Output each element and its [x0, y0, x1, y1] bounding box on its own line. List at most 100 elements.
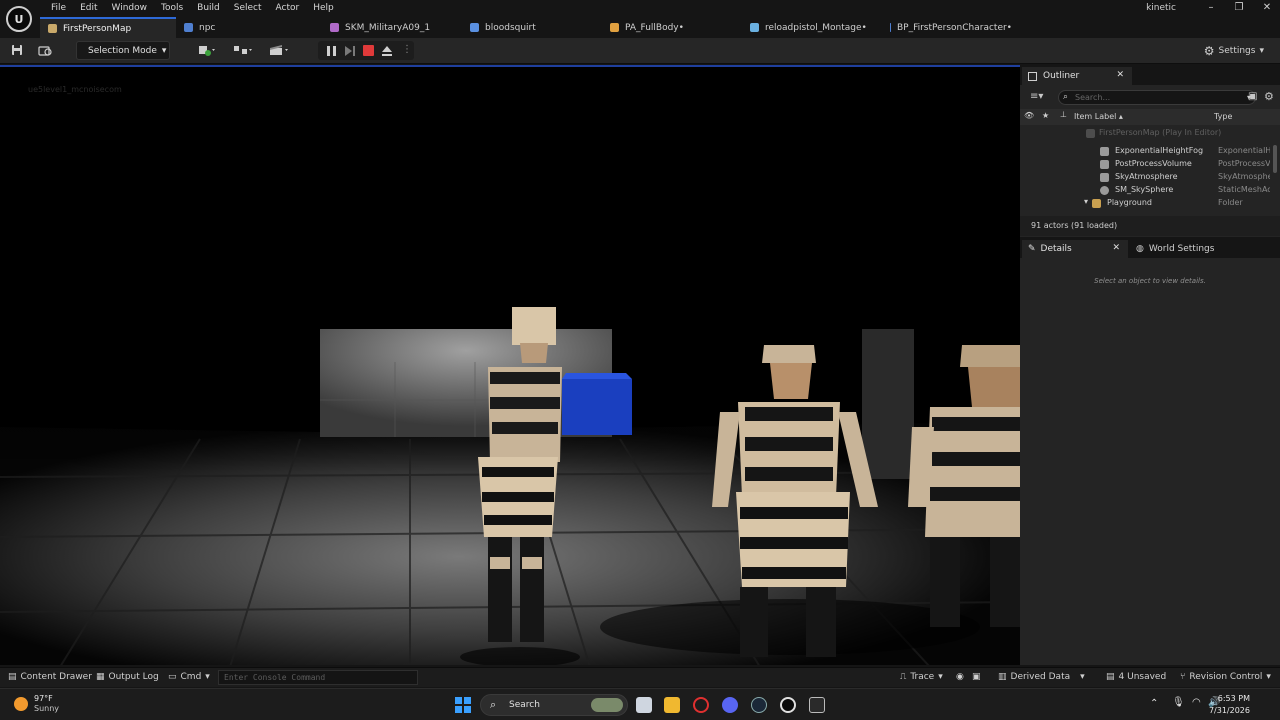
close-icon[interactable]: ✕	[1112, 243, 1120, 253]
pause-icon[interactable]	[326, 45, 338, 57]
cmd-dropdown[interactable]: ▭ Cmd ▾	[168, 672, 210, 682]
derived-data-dropdown[interactable]: ▥ Derived Data ▾	[998, 672, 1085, 682]
console-command-input[interactable]: Enter Console Command	[218, 670, 418, 685]
menu-window[interactable]: Window	[105, 2, 155, 16]
trace-label: Trace	[910, 672, 935, 682]
close-icon[interactable]: ✕	[1116, 70, 1124, 80]
opera-icon[interactable]	[693, 697, 709, 713]
trace-dropdown[interactable]: ⎍ Trace ▾	[900, 672, 943, 682]
row-type: StaticMeshAc	[1218, 185, 1270, 194]
content-browser-icon[interactable]	[38, 44, 52, 58]
unsaved-button[interactable]: ▤ 4 Unsaved	[1106, 672, 1166, 682]
eject-icon[interactable]	[381, 45, 393, 57]
outliner-row[interactable]: ExponentialHeightFog ExponentialHe	[1020, 145, 1272, 158]
selection-mode-dropdown[interactable]: Selection Mode ▾	[76, 41, 170, 60]
microphone-icon[interactable]: 🎙	[1172, 697, 1185, 708]
minimize-icon[interactable]: –	[1196, 0, 1226, 16]
chevron-down-icon: ▾	[161, 45, 167, 56]
outliner-search-input[interactable]: ⌕ Search... ▾	[1058, 90, 1256, 105]
unreal-engine-taskbar-icon[interactable]	[780, 697, 796, 713]
settings-button[interactable]: ⚙ Settings ▾	[1204, 44, 1264, 58]
menu-tools[interactable]: Tools	[154, 2, 190, 16]
cinematics-icon[interactable]	[268, 44, 292, 58]
unsaved-label: 4 Unsaved	[1118, 672, 1167, 682]
tab-reloadpistol-montage[interactable]: reloadpistol_Montage•	[742, 17, 882, 38]
output-log-button[interactable]: ▦ Output Log	[96, 672, 159, 682]
outliner-row[interactable]: ▾ Playground Folder	[1020, 197, 1272, 210]
tab-details[interactable]: ✎ Details ✕	[1022, 240, 1128, 258]
save-icon[interactable]	[10, 44, 24, 58]
weather-condition: Sunny	[34, 704, 60, 713]
more-options-icon[interactable]: ⋮	[402, 44, 412, 55]
menu-actor[interactable]: Actor	[269, 2, 307, 16]
content-drawer-button[interactable]: ▤ Content Drawer	[8, 672, 92, 682]
windows-start-icon[interactable]	[455, 697, 471, 713]
clock[interactable]: 6:53 PM 7/31/2026	[1209, 693, 1250, 717]
menu-edit[interactable]: Edit	[73, 2, 104, 16]
file-explorer-icon[interactable]	[664, 697, 680, 713]
chevron-down-icon[interactable]: ▾	[1084, 197, 1088, 206]
wifi-icon[interactable]: ◠	[1192, 697, 1201, 708]
tab-npc[interactable]: npc	[176, 17, 322, 38]
record-trace-icon[interactable]: ◉	[956, 672, 964, 682]
add-actor-icon[interactable]	[196, 44, 220, 58]
screenshot-icon[interactable]: ▣	[972, 672, 981, 682]
skeletal-mesh-icon	[330, 23, 339, 32]
outliner-row[interactable]: SM_SkySphere StaticMeshAc	[1020, 184, 1272, 197]
globe-icon: ◍	[1136, 244, 1144, 254]
tab-bloodsquirt[interactable]: bloodsquirt	[462, 17, 602, 38]
tab-pa-fullbody[interactable]: PA_FullBody•	[602, 17, 742, 38]
game-launcher-icon[interactable]	[809, 697, 825, 713]
outliner-title: Outliner	[1043, 71, 1080, 81]
pin-icon[interactable]: ⊥	[1060, 110, 1067, 119]
steam-icon[interactable]	[751, 697, 767, 713]
gear-icon[interactable]: ⚙	[1264, 90, 1274, 103]
row-label: PostProcessVolume	[1115, 159, 1192, 168]
unreal-logo-icon[interactable]: U	[6, 6, 32, 32]
content-drawer-label: Content Drawer	[20, 672, 92, 682]
menu-select[interactable]: Select	[227, 2, 269, 16]
weather-widget[interactable]: 97°F Sunny	[14, 694, 59, 714]
tab-bp-firstpersoncharacter[interactable]: BP_FirstPersonCharacter•	[882, 17, 1022, 38]
type-header[interactable]: Type	[1214, 112, 1232, 121]
revision-control-label: Revision Control	[1189, 672, 1263, 682]
physics-asset-icon	[610, 23, 619, 32]
restore-icon[interactable]: ❐	[1224, 0, 1254, 16]
tab-firstpersonmap[interactable]: FirstPersonMap	[40, 17, 176, 38]
outliner-scrollbar[interactable]	[1273, 145, 1277, 173]
blueprint-icon	[890, 23, 891, 32]
eye-icon[interactable]: 👁	[1024, 111, 1034, 120]
tab-skm-military[interactable]: SKM_MilitaryA09_1	[322, 17, 462, 38]
step-frame-icon[interactable]	[344, 45, 356, 57]
chevron-down-icon: ▾	[1080, 672, 1085, 682]
menu-help[interactable]: Help	[306, 2, 341, 16]
menu-build[interactable]: Build	[190, 2, 227, 16]
blueprint-menu-icon[interactable]	[232, 44, 256, 58]
item-label-header[interactable]: Item Label ▴	[1074, 112, 1123, 121]
revision-control-button[interactable]: ⑂ Revision Control ▾	[1180, 672, 1271, 682]
level-viewport[interactable]: ue5level1_mcnoisecom	[0, 65, 1020, 665]
row-type: PostProcessV	[1218, 159, 1270, 168]
filter-icon[interactable]: ≡▾	[1030, 91, 1043, 102]
cmd-label: Cmd	[180, 672, 202, 682]
close-icon[interactable]: ✕	[1252, 0, 1280, 16]
discord-icon[interactable]	[722, 697, 738, 713]
stop-icon[interactable]	[363, 45, 374, 56]
outliner-icon	[1028, 71, 1037, 81]
tab-world-settings[interactable]: ◍ World Settings	[1132, 240, 1242, 258]
outliner-row[interactable]: PostProcessVolume PostProcessV	[1020, 158, 1272, 171]
taskbar-search[interactable]: ⌕ Search	[480, 694, 628, 716]
tab-outliner[interactable]: Outliner ✕	[1022, 67, 1132, 85]
task-view-icon[interactable]	[636, 697, 652, 713]
tab-label: npc	[199, 22, 216, 33]
row-label: ExponentialHeightFog	[1115, 146, 1204, 155]
outliner-row[interactable]: SkyAtmosphere SkyAtmosphe	[1020, 171, 1272, 184]
menu-file[interactable]: File	[44, 2, 73, 16]
star-icon[interactable]: ★	[1042, 111, 1049, 120]
branch-icon: ⑂	[1180, 672, 1186, 682]
chevron-up-icon[interactable]: ⌃	[1150, 698, 1158, 709]
clock-date: 7/31/2026	[1208, 706, 1250, 715]
add-folder-icon[interactable]: ▣	[1248, 91, 1257, 102]
play-controls: ⋮	[318, 41, 414, 60]
outliner-root-row[interactable]: FirstPersonMap (Play In Editor)	[1020, 127, 1272, 140]
